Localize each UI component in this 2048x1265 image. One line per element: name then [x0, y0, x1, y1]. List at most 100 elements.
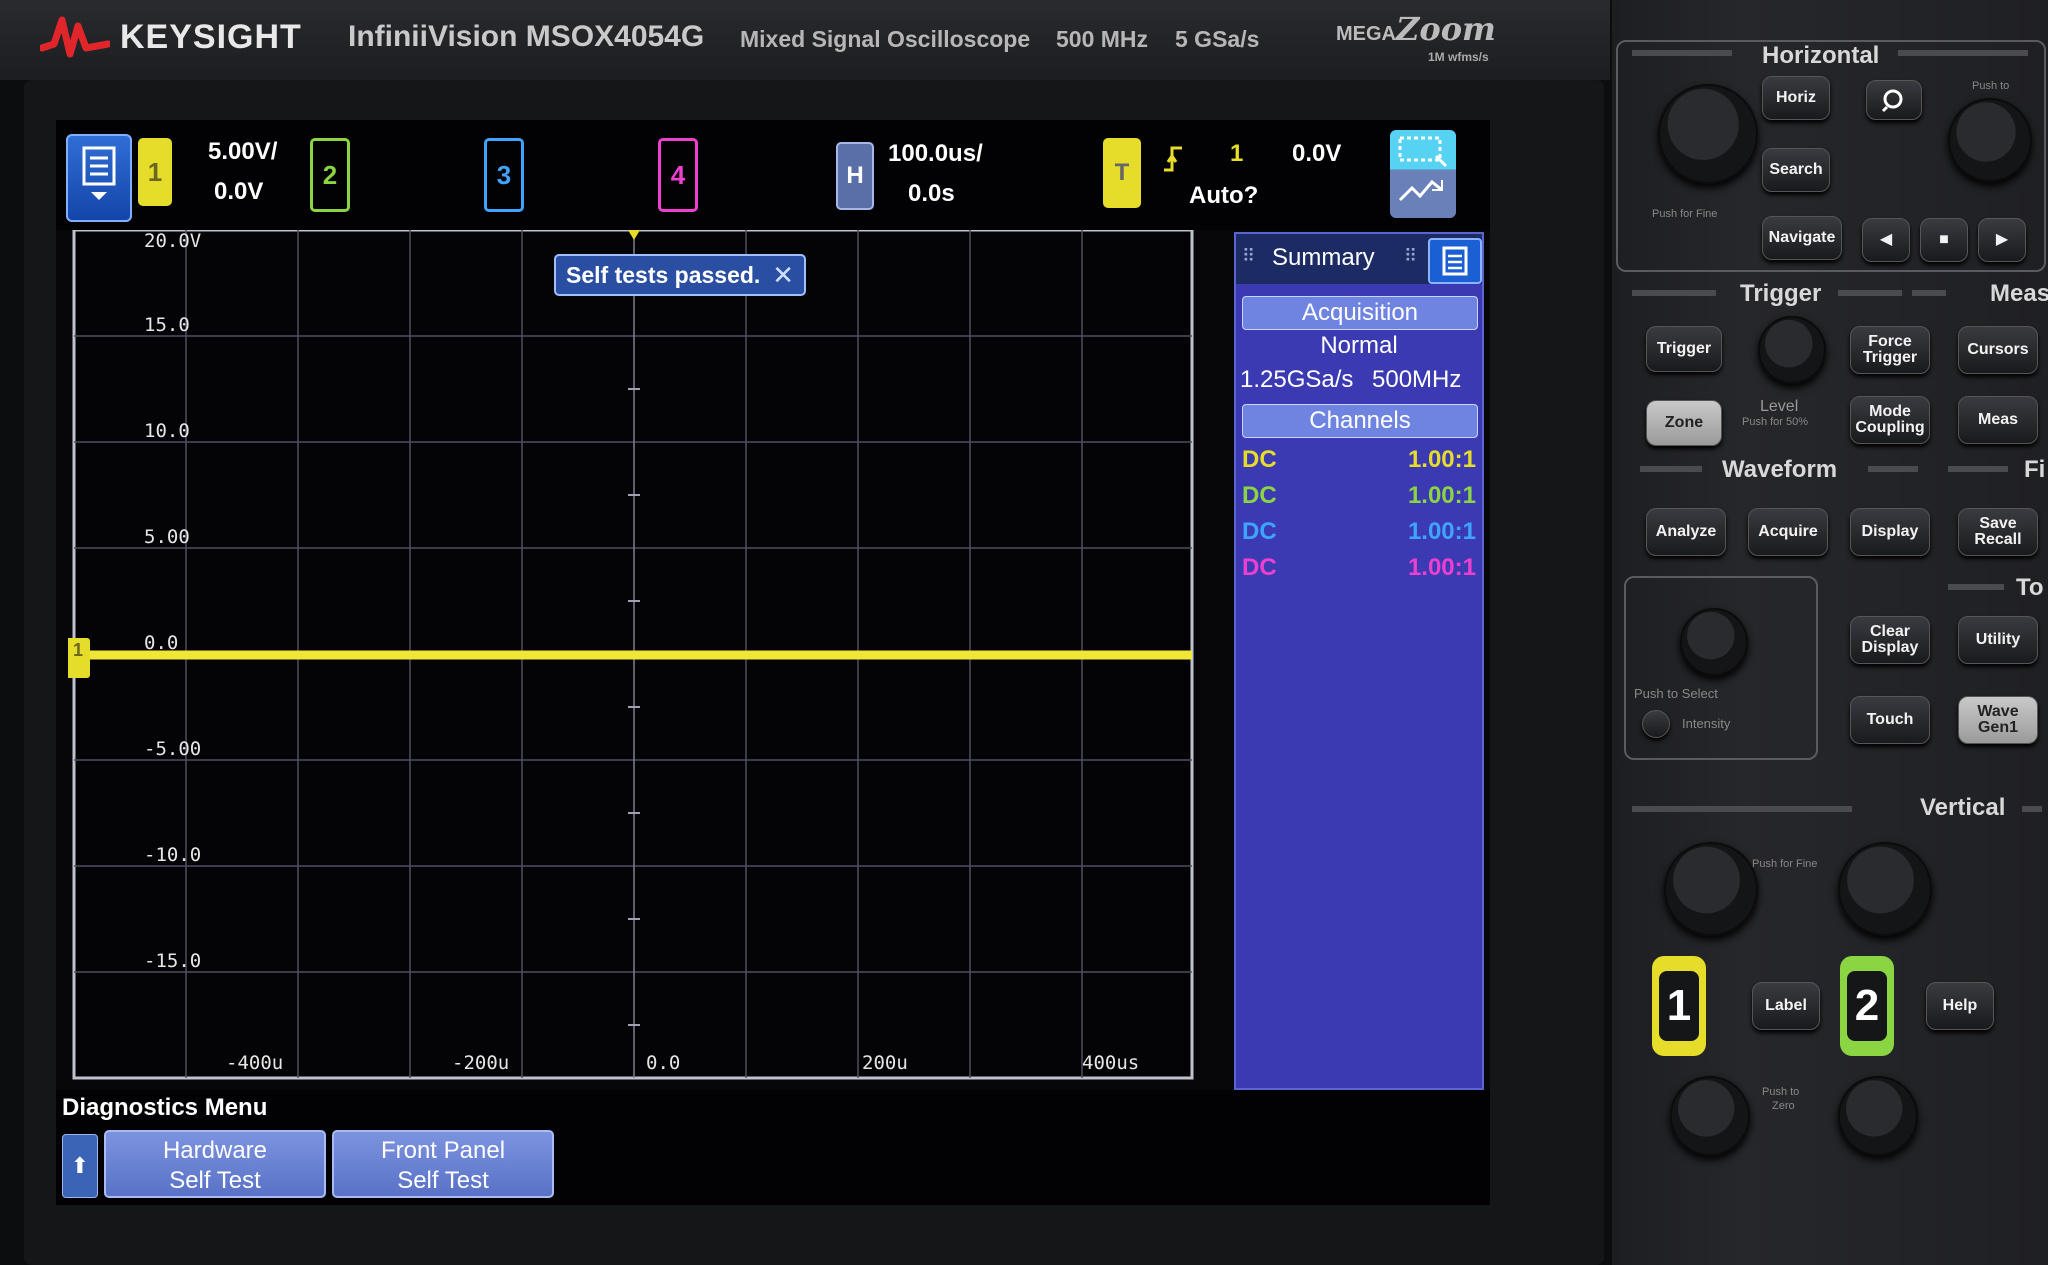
navigate-button[interactable]: Navigate: [1762, 216, 1842, 260]
triangle-left-icon: ◀: [1879, 231, 1893, 248]
intensity-text: Intensity: [1682, 716, 1731, 731]
rising-edge-icon: [1164, 146, 1182, 172]
utility-button[interactable]: Utility: [1958, 616, 2038, 664]
y-tick-label: -10.0: [144, 844, 202, 866]
navigate-stop-button[interactable]: ■: [1920, 218, 1968, 262]
horizontal-position-knob[interactable]: [1948, 98, 2032, 182]
help-button[interactable]: Help: [1926, 982, 1994, 1030]
meas-button[interactable]: Meas: [1958, 396, 2038, 444]
ch2-offset-knob[interactable]: [1838, 1076, 1918, 1156]
menu-list-icon: [82, 146, 116, 200]
vertical-title: Vertical: [1920, 794, 2006, 821]
horizontal-scale-knob[interactable]: [1658, 84, 1758, 184]
horizontal-title: Horizontal: [1762, 42, 1880, 69]
clear-line-1: Clear: [1869, 623, 1911, 640]
drag-handle-icon[interactable]: ⠿: [1404, 246, 1417, 267]
save-recall-button[interactable]: Save Recall: [1958, 508, 2038, 556]
menu-back-button[interactable]: ⬆: [62, 1134, 98, 1198]
softkey-line-2: Self Test: [169, 1167, 261, 1194]
trigger-label: T: [1114, 159, 1130, 186]
x-tick-label: 200u: [862, 1052, 908, 1074]
front-panel: Horizontal Push for Fine Horiz Search Pu…: [1612, 0, 2048, 1265]
x-tick-label: -400u: [226, 1052, 284, 1074]
divider: [1868, 466, 1918, 472]
y-tick-label: 0.0: [144, 632, 179, 654]
touch-button[interactable]: Touch: [1850, 696, 1930, 744]
acquisition-rate: 1.25GSa/s: [1240, 366, 1354, 393]
wavegen-button[interactable]: Wave Gen1: [1958, 696, 2038, 744]
trigger-level-knob[interactable]: [1758, 316, 1826, 384]
y-tick-label: -15.0: [144, 950, 202, 972]
entry-knob[interactable]: [1680, 608, 1748, 676]
zoom-box-icon: [1398, 136, 1448, 202]
analyze-button[interactable]: Analyze: [1646, 508, 1726, 556]
mode-coupling-button[interactable]: Mode Coupling: [1850, 396, 1930, 444]
channel-probe: 1.00:1: [1407, 482, 1476, 509]
ch1-offset-knob[interactable]: [1670, 1076, 1750, 1156]
channel-probe: 1.00:1: [1407, 518, 1476, 545]
trigger-button[interactable]: T: [1103, 138, 1141, 208]
arrow-up-icon: ⬆: [70, 1153, 90, 1178]
model-name: InfiniiVision MSOX4054G: [348, 20, 705, 53]
summary-menu-button[interactable]: [1428, 238, 1482, 284]
channel-2-key[interactable]: 2: [1840, 956, 1894, 1056]
zone-button[interactable]: Zone: [1646, 400, 1722, 446]
push-50-text: Push for 50%: [1742, 416, 1809, 428]
horiz-button[interactable]: Horiz: [1762, 76, 1830, 120]
channel-1-key[interactable]: 1: [1652, 956, 1706, 1056]
channel-1-button[interactable]: 1: [138, 138, 172, 206]
force-line-2: Trigger: [1862, 349, 1918, 366]
y-tick-label: 15.0: [144, 314, 190, 336]
divider: [1632, 290, 1716, 296]
intensity-button[interactable]: [1642, 710, 1670, 738]
magnifier-icon: [1881, 89, 1903, 113]
trigger-menu-button[interactable]: Trigger: [1646, 326, 1722, 372]
divider: [1898, 50, 2028, 56]
main-menu-button[interactable]: [66, 134, 132, 222]
hardware-self-test-button[interactable]: Hardware Self Test: [104, 1130, 326, 1198]
front-panel-self-test-button[interactable]: Front Panel Self Test: [332, 1130, 554, 1198]
close-icon[interactable]: ✕: [772, 260, 794, 291]
channel-1-scale: 5.00V/: [208, 138, 278, 165]
wave-line-1: Wave: [1977, 703, 2019, 720]
display-button[interactable]: Display: [1850, 508, 1930, 556]
waveform-area[interactable]: 20.0V 15.0 10.0 5.00 0.0 -5.00 -10.0 -15…: [68, 230, 1242, 1080]
force-line-1: Force: [1868, 333, 1912, 350]
channel-coupling: DC: [1242, 446, 1277, 473]
channel-2-button[interactable]: 2: [310, 138, 350, 212]
acquire-button[interactable]: Acquire: [1748, 508, 1828, 556]
channel-1-offset: 0.0V: [214, 178, 264, 205]
zoom-touch-tool[interactable]: [1390, 130, 1456, 218]
model-description: Mixed Signal Oscilloscope: [740, 26, 1031, 52]
divider: [2022, 806, 2042, 812]
channel-4-button[interactable]: 4: [658, 138, 698, 212]
zoom-button[interactable]: [1866, 80, 1922, 120]
y-tick-label: 5.00: [144, 526, 190, 548]
cursors-button[interactable]: Cursors: [1958, 326, 2038, 374]
channel-coupling: DC: [1242, 518, 1277, 545]
ch1-scale-knob[interactable]: [1664, 842, 1758, 936]
force-trigger-button[interactable]: Force Trigger: [1850, 326, 1930, 374]
self-test-toast: Self tests passed. ✕: [554, 254, 806, 296]
search-button[interactable]: Search: [1762, 148, 1830, 192]
horizontal-button[interactable]: H: [836, 142, 874, 210]
drag-handle-icon[interactable]: ⠿: [1242, 246, 1255, 267]
x-tick-label: 0.0: [646, 1052, 681, 1074]
megazoom-logo: MEGAZoom 1M wfms/s: [1336, 10, 1496, 64]
navigate-back-button[interactable]: ◀: [1862, 218, 1910, 262]
navigate-forward-button[interactable]: ▶: [1978, 218, 2026, 262]
ch2-scale-knob[interactable]: [1838, 842, 1932, 936]
push-fine-text: Push for Fine: [1652, 208, 1718, 220]
channel-1-key-label: 1: [1659, 971, 1699, 1041]
channel-3-button[interactable]: 3: [484, 138, 524, 212]
label-button[interactable]: Label: [1752, 982, 1820, 1030]
y-tick-label: 10.0: [144, 420, 190, 442]
clear-display-button[interactable]: Clear Display: [1850, 616, 1930, 664]
softkey-line-2: Self Test: [397, 1167, 489, 1194]
y-tick-label: 20.0V: [144, 230, 202, 252]
channel-2-label: 2: [322, 159, 338, 190]
megazoom-b: Zoom: [1396, 10, 1496, 48]
trigger-mode: Auto?: [1189, 182, 1259, 209]
push-fine-text: Push for Fine: [1752, 858, 1818, 870]
channels-header: Channels: [1242, 404, 1478, 438]
